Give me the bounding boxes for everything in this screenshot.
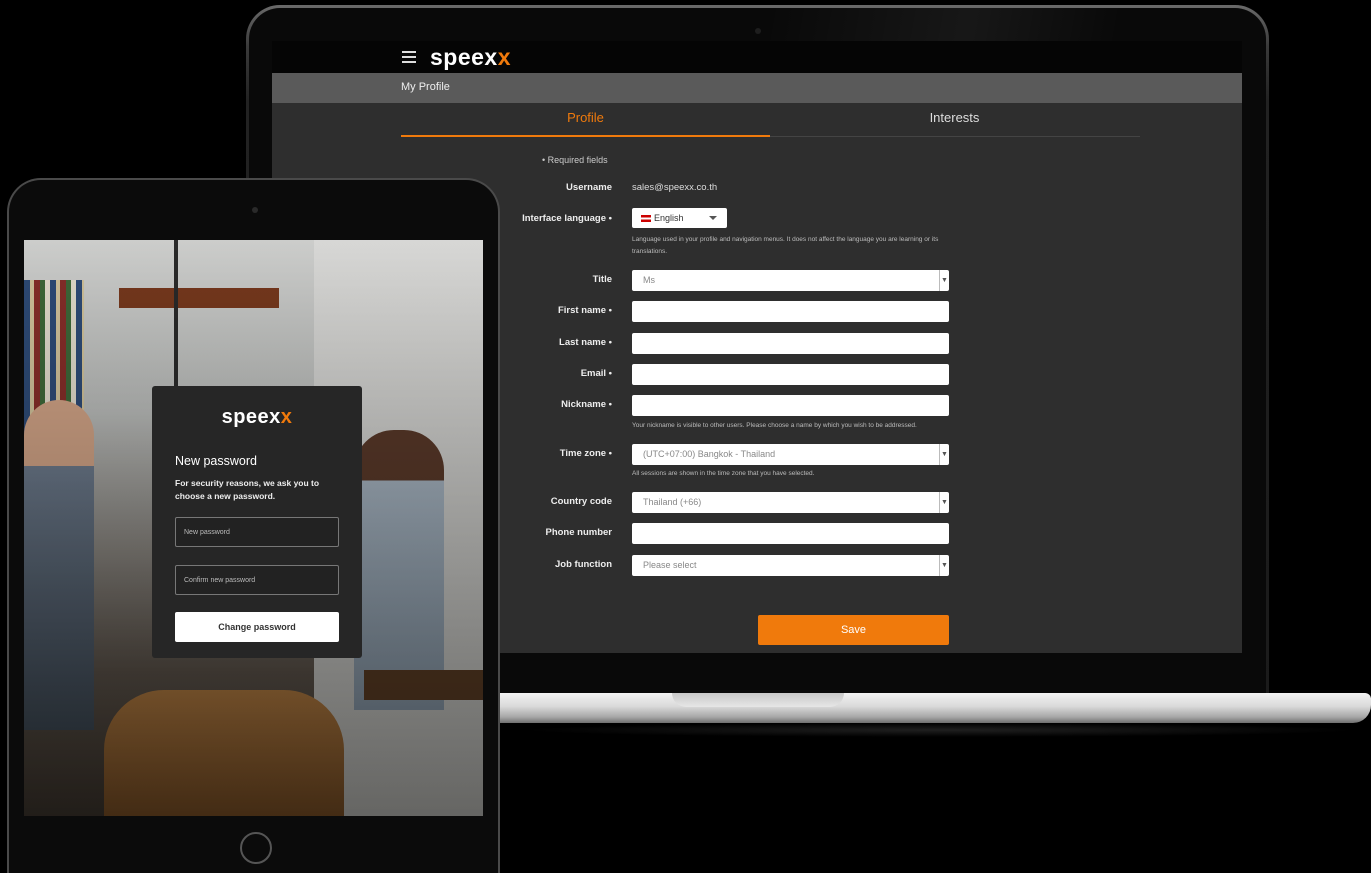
last-name-input[interactable] bbox=[632, 333, 949, 354]
new-password-card: speexx New password For security reasons… bbox=[152, 386, 362, 658]
chevron-down-icon: ▼ bbox=[939, 444, 949, 465]
required-fields-note: • Required fields bbox=[542, 155, 608, 165]
time-zone-select[interactable]: (UTC+07:00) Bangkok - Thailand ▼ bbox=[632, 444, 949, 465]
card-description: For security reasons, we ask you to choo… bbox=[175, 478, 320, 501]
chevron-down-icon: ▼ bbox=[939, 555, 949, 576]
phone-number-input[interactable] bbox=[632, 523, 949, 544]
uk-flag-icon bbox=[641, 215, 651, 223]
chevron-down-icon: ▼ bbox=[939, 492, 949, 513]
tablet-screen: speexx New password For security reasons… bbox=[24, 240, 483, 816]
nickname-hint: Your nickname is visible to other users.… bbox=[632, 422, 917, 429]
change-password-button[interactable]: Change password bbox=[175, 612, 339, 642]
save-button[interactable]: Save bbox=[758, 615, 949, 645]
laptop-base bbox=[500, 693, 1371, 723]
tab-interests[interactable]: Interests bbox=[770, 105, 1139, 137]
laptop-opening-notch bbox=[672, 693, 844, 707]
interface-language-select[interactable]: English bbox=[632, 208, 727, 228]
tab-profile[interactable]: Profile bbox=[401, 105, 770, 137]
nickname-input[interactable] bbox=[632, 395, 949, 416]
title-select[interactable]: Ms ▼ bbox=[632, 270, 949, 291]
profile-tabs: Profile Interests bbox=[401, 105, 1140, 137]
breadcrumb: My Profile bbox=[401, 81, 450, 93]
laptop-camera bbox=[755, 28, 761, 34]
card-title: New password bbox=[175, 454, 257, 468]
interface-language-hint: Language used in your profile and naviga… bbox=[632, 236, 939, 255]
chevron-down-icon: ▼ bbox=[939, 270, 949, 291]
confirm-password-input[interactable]: Confirm new password bbox=[175, 565, 339, 595]
caret-down-icon bbox=[709, 216, 717, 220]
top-bar: speexx bbox=[272, 41, 1242, 73]
tablet-device: speexx New password For security reasons… bbox=[7, 178, 500, 873]
email-input[interactable] bbox=[632, 364, 949, 385]
first-name-input[interactable] bbox=[632, 301, 949, 322]
new-password-input[interactable]: New password bbox=[175, 517, 339, 547]
home-button[interactable] bbox=[240, 832, 272, 864]
brand-logo[interactable]: speexx bbox=[430, 44, 511, 71]
breadcrumb-bar: My Profile bbox=[272, 73, 1242, 103]
country-code-select[interactable]: Thailand (+66) ▼ bbox=[632, 492, 949, 513]
time-zone-hint: All sessions are shown in the time zone … bbox=[632, 470, 815, 477]
username-value: sales@speexx.co.th bbox=[632, 182, 718, 193]
hamburger-menu-icon[interactable] bbox=[402, 51, 416, 63]
job-function-select[interactable]: Please select ▼ bbox=[632, 555, 949, 576]
brand-logo: speexx bbox=[221, 406, 293, 428]
tablet-camera bbox=[252, 207, 258, 213]
